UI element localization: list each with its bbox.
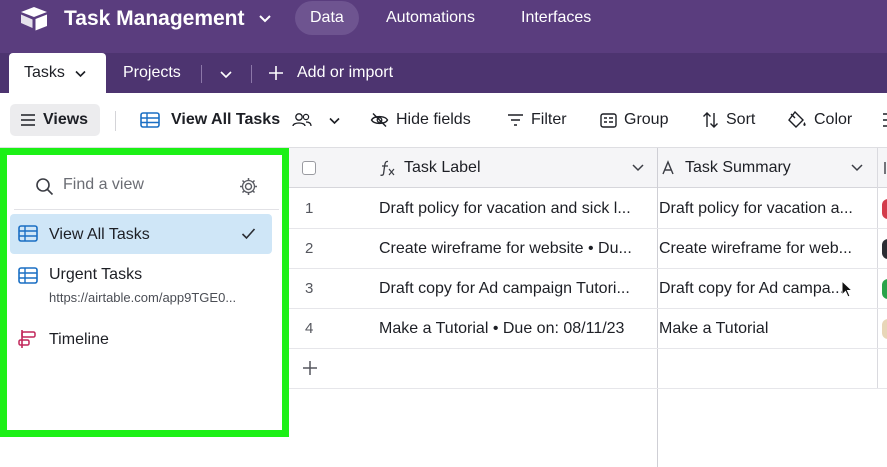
tab-tasks[interactable]: Tasks <box>9 53 106 93</box>
row-number: 4 <box>305 320 314 337</box>
view-item-view-all-tasks[interactable]: View All Tasks <box>10 214 272 254</box>
hamburger-icon <box>21 114 35 126</box>
filter-icon <box>508 114 523 126</box>
hide-fields-label: Hide fields <box>396 111 471 128</box>
task-summary-cell[interactable]: Create wireframe for web... <box>659 229 874 269</box>
group-label: Group <box>624 111 669 128</box>
status-indicator <box>882 279 887 299</box>
formula-icon <box>380 160 395 176</box>
current-view-label: View All Tasks <box>171 111 281 128</box>
tab-tasks-label: Tasks <box>24 64 65 81</box>
view-item-label: Timeline <box>49 331 109 348</box>
eye-slash-icon <box>370 113 389 127</box>
nav-automations[interactable]: Automations <box>371 1 490 35</box>
column-header-label: Task Summary <box>685 159 791 176</box>
grid-view-icon <box>18 267 38 284</box>
filter-label: Filter <box>531 111 567 128</box>
status-indicator <box>882 239 887 259</box>
tab-projects[interactable]: Projects <box>123 53 181 93</box>
add-or-import-label: Add or import <box>297 64 394 81</box>
view-item-label: View All Tasks <box>49 226 150 243</box>
view-search-input[interactable]: Find a view <box>63 176 144 194</box>
nav-data[interactable]: Data <box>295 1 359 35</box>
column-header-task-summary[interactable]: Task Summary <box>661 148 791 188</box>
chevron-down-icon[interactable] <box>219 67 233 81</box>
grid-header: Task Label Task Summary <box>289 148 887 188</box>
mouse-cursor-icon <box>841 280 853 298</box>
chevron-down-icon <box>329 117 340 124</box>
task-label-cell[interactable]: Create wireframe for website • Du... <box>379 229 651 269</box>
checkmark-icon <box>241 228 256 240</box>
task-summary-cell[interactable]: Draft policy for vacation a... <box>659 189 874 229</box>
tab-divider <box>201 65 202 83</box>
chevron-down-icon[interactable] <box>631 163 645 173</box>
timeline-icon <box>18 330 36 348</box>
tab-divider <box>251 65 252 83</box>
task-label-cell[interactable]: Draft copy for Ad campaign Tutori... <box>379 269 651 309</box>
collaborators-icon <box>292 113 312 127</box>
app-bar: Task Management Data Automations Interfa… <box>0 0 887 53</box>
plus-icon[interactable] <box>302 360 318 376</box>
view-item-url: https://airtable.com/app9TGE0... <box>49 290 237 305</box>
task-label-cell[interactable]: Draft policy for vacation and sick l... <box>379 189 651 229</box>
column-header-label: Task Label <box>404 159 481 176</box>
sort-button[interactable]: Sort <box>702 104 755 136</box>
views-label: Views <box>43 111 89 128</box>
group-button[interactable]: Group <box>600 104 668 136</box>
table-tab-bar: Tasks Projects Add or import <box>0 53 887 93</box>
row-divider <box>289 388 887 389</box>
view-toolbar: Views View All Tasks Hide fields Filter <box>0 93 887 148</box>
row-number: 1 <box>305 200 314 217</box>
filter-button[interactable]: Filter <box>507 104 567 136</box>
status-indicator <box>882 319 887 339</box>
views-sidebar: Find a view View All Tasks Urgent Tasks … <box>0 148 289 437</box>
view-search[interactable]: Find a view <box>14 160 279 210</box>
toolbar-divider <box>115 111 116 131</box>
search-icon <box>36 178 54 196</box>
more-icon[interactable] <box>880 112 887 128</box>
paint-bucket-icon <box>788 111 806 128</box>
gear-icon[interactable] <box>239 177 258 196</box>
records-grid: Task Label Task Summary 1 Draft policy f… <box>289 148 887 467</box>
sort-icon <box>703 112 718 128</box>
view-item-urgent-tasks[interactable]: Urgent Tasks https://airtable.com/app9TG… <box>10 260 272 310</box>
hide-fields-button[interactable]: Hide fields <box>370 104 471 136</box>
grid-view-icon <box>140 112 160 128</box>
select-all-checkbox[interactable] <box>302 161 316 175</box>
ai-text-icon <box>662 160 674 175</box>
airtable-logo-icon[interactable] <box>19 6 49 32</box>
group-icon <box>600 112 617 128</box>
column-header-task-label[interactable]: Task Label <box>379 148 481 188</box>
task-summary-cell[interactable]: Make a Tutorial <box>659 309 874 349</box>
row-number: 3 <box>305 280 314 297</box>
add-or-import-button[interactable]: Add or import <box>268 53 393 93</box>
plus-icon <box>269 66 283 80</box>
grid-view-icon <box>18 225 38 242</box>
status-indicator <box>882 199 887 219</box>
view-item-timeline[interactable]: Timeline <box>10 319 272 359</box>
field-type-icon <box>884 162 886 174</box>
view-item-label: Urgent Tasks <box>49 266 143 283</box>
sort-label: Sort <box>726 111 756 128</box>
nav-interfaces[interactable]: Interfaces <box>506 1 606 35</box>
row-number: 2 <box>305 240 314 257</box>
chevron-down-icon[interactable] <box>850 163 864 173</box>
color-button[interactable]: Color <box>787 104 852 136</box>
chevron-down-icon[interactable] <box>74 67 87 80</box>
color-label: Color <box>814 111 853 128</box>
chevron-down-icon[interactable] <box>257 10 273 26</box>
task-label-cell[interactable]: Make a Tutorial • Due on: 08/11/23 <box>379 309 651 349</box>
views-button[interactable]: Views <box>10 104 101 136</box>
current-view-button[interactable]: View All Tasks <box>140 104 341 136</box>
base-title[interactable]: Task Management <box>64 7 245 31</box>
